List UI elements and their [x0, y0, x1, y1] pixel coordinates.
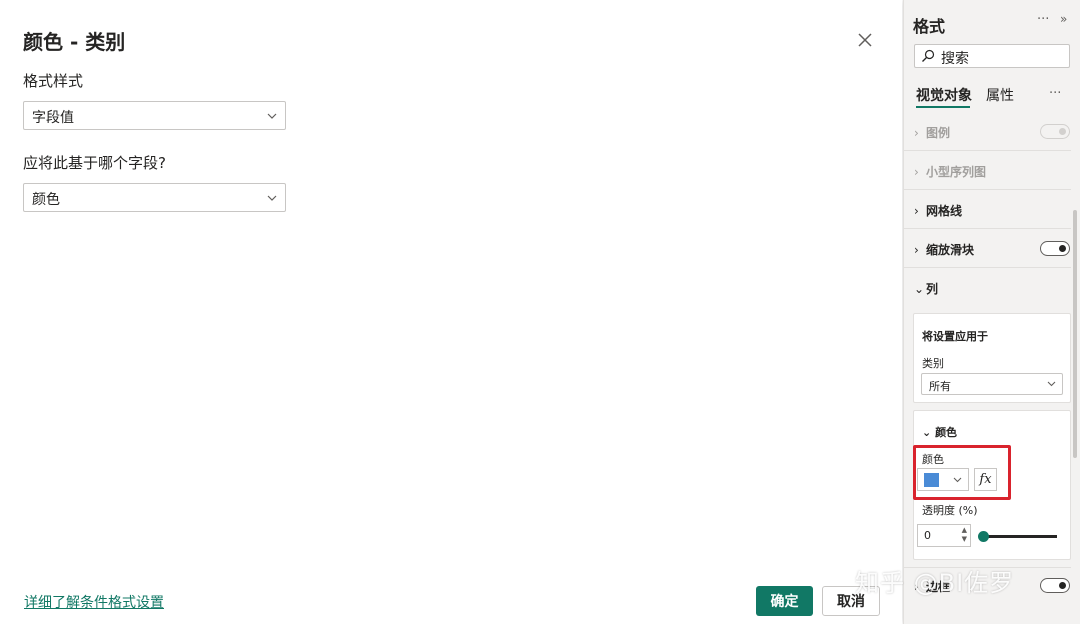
ok-button[interactable]: 确定: [756, 586, 813, 616]
section-small-multiples[interactable]: › 小型序列图: [914, 163, 986, 180]
border-toggle[interactable]: [1040, 578, 1070, 593]
divider: [904, 189, 1071, 190]
collapse-pane-icon[interactable]: »: [1060, 12, 1067, 26]
more-options-icon[interactable]: ···: [1037, 12, 1049, 27]
category-value: 所有: [929, 380, 951, 393]
transparency-input[interactable]: 0 ▲ ▼: [917, 524, 971, 547]
highlight-box: [913, 445, 1011, 500]
close-icon: [858, 33, 872, 47]
learn-more-link[interactable]: 详细了解条件格式设置: [24, 592, 164, 612]
chevron-down-icon: [1047, 381, 1056, 387]
chevron-right-icon: ›: [914, 243, 919, 257]
chevron-down-icon: ⌄: [914, 282, 925, 296]
section-gridlines[interactable]: › 网格线: [914, 202, 962, 219]
category-label: 类别: [922, 357, 944, 370]
section-label: 列: [926, 282, 939, 296]
format-style-value: 字段值: [32, 110, 74, 126]
active-tab-indicator: [916, 106, 970, 108]
color-section-header[interactable]: ⌄ 颜色: [922, 424, 957, 440]
section-legend[interactable]: › 图例: [914, 124, 950, 141]
toggle-knob: [1059, 582, 1066, 589]
chevron-down-icon: [267, 195, 277, 201]
section-columns[interactable]: ⌄ 列: [914, 280, 938, 297]
tab-more-options-icon[interactable]: ···: [1049, 86, 1061, 101]
search-icon: [922, 49, 935, 62]
zoom-slider-toggle[interactable]: [1040, 241, 1070, 256]
apply-settings-panel: 将设置应用于 类别 所有: [913, 313, 1071, 403]
category-dropdown[interactable]: 所有: [921, 373, 1063, 395]
transparency-label: 透明度 (%): [922, 504, 978, 517]
watermark: 知乎 @BI佐罗: [855, 569, 1015, 597]
close-button[interactable]: [853, 28, 877, 52]
transparency-slider-handle[interactable]: [978, 531, 989, 542]
divider: [904, 150, 1071, 151]
section-label: 缩放滑块: [926, 243, 975, 257]
dialog-title: 颜色 - 类别: [23, 30, 126, 54]
transparency-slider-track[interactable]: [983, 535, 1057, 538]
chevron-right-icon: ›: [914, 204, 919, 218]
transparency-value: 0: [924, 529, 931, 542]
search-placeholder: 搜索: [941, 51, 969, 67]
chevron-down-icon: [267, 113, 277, 119]
legend-toggle[interactable]: [1040, 124, 1070, 139]
section-label: 图例: [926, 126, 951, 140]
chevron-right-icon: ›: [914, 165, 919, 179]
toggle-knob: [1059, 245, 1066, 252]
format-style-dropdown[interactable]: 字段值: [23, 101, 286, 130]
pane-scrollbar[interactable]: [1073, 210, 1077, 458]
color-header-label: 颜色: [935, 426, 958, 439]
format-style-label: 格式样式: [23, 72, 84, 90]
field-question-label: 应将此基于哪个字段?: [23, 154, 166, 172]
field-value: 颜色: [32, 192, 60, 208]
field-dropdown[interactable]: 颜色: [23, 183, 286, 212]
chevron-right-icon: ›: [914, 126, 919, 140]
apply-to-label: 将设置应用于: [922, 330, 988, 343]
pane-title: 格式: [913, 17, 946, 36]
conditional-format-dialog: 颜色 - 类别 格式样式 字段值 应将此基于哪个字段? 颜色 详细了解条件格式设…: [0, 0, 902, 624]
tab-general[interactable]: 属性: [986, 85, 1014, 105]
toggle-knob: [1059, 128, 1066, 135]
chevron-down-icon: ⌄: [922, 426, 932, 439]
section-label: 小型序列图: [926, 165, 987, 179]
search-input[interactable]: 搜索: [914, 44, 1070, 68]
tab-visual[interactable]: 视觉对象: [916, 85, 972, 105]
section-label: 网格线: [926, 204, 963, 218]
divider: [904, 228, 1071, 229]
spinner-icon[interactable]: ▲ ▼: [962, 526, 967, 544]
divider: [904, 267, 1071, 268]
section-zoom-slider[interactable]: › 缩放滑块: [914, 241, 974, 258]
